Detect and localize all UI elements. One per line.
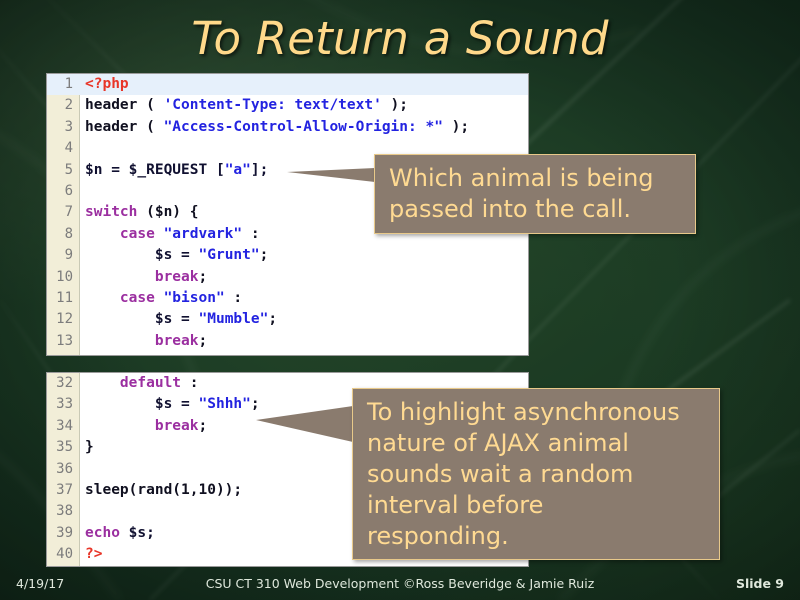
- code-line: 1 <?php: [47, 74, 528, 96]
- line-number: 13: [56, 332, 73, 349]
- slide-footer: 4/19/17 CSU CT 310 Web Development ©Ross…: [0, 566, 800, 600]
- footer-course-credit: CSU CT 310 Web Development ©Ross Beverid…: [205, 575, 595, 591]
- line-number: 3: [64, 118, 73, 135]
- code-line: 39 echo $s;: [47, 523, 528, 544]
- code-lines-top: 1 <?php 2 header ( 'Content-Type: text/text…: [47, 74, 528, 352]
- code-text: break;: [154, 417, 208, 434]
- code-text: $s = "Shhh";: [85, 396, 260, 413]
- line-number: 34: [56, 417, 73, 434]
- code-lines-bottom: 32 default :33 $s = "Shhh"; 34 break; 35} 3…: [47, 373, 528, 566]
- code-line: 4: [47, 138, 528, 159]
- code-text: case "ardvark" :: [119, 225, 260, 242]
- line-number: 40: [56, 546, 73, 563]
- code-text: header ( 'Content-Type: text/text' );: [85, 97, 409, 114]
- line-number: 37: [56, 481, 73, 498]
- line-number: 4: [64, 140, 73, 157]
- line-number: 7: [64, 204, 73, 221]
- line-number: 6: [64, 182, 73, 199]
- code-line: 8 case "ardvark" :: [47, 224, 528, 245]
- line-number: 10: [56, 268, 73, 285]
- line-number: 11: [56, 289, 73, 306]
- code-line: 13 break;: [47, 331, 528, 352]
- code-line: 34 break;: [47, 416, 528, 437]
- code-block-top: 1 <?php 2 header ( 'Content-Type: text/text…: [46, 73, 529, 356]
- code-line: 35}: [47, 437, 528, 458]
- code-line: 38: [47, 501, 528, 522]
- code-text: header ( "Access-Control-Allow-Origin: *…: [85, 118, 470, 135]
- line-number: 33: [56, 396, 73, 413]
- footer-slide-number: Slide 9: [735, 575, 784, 591]
- line-number: 2: [64, 97, 73, 114]
- code-text: break;: [154, 332, 208, 349]
- code-text: $s = "Grunt";: [85, 247, 269, 264]
- code-line: 12 $s = "Mumble";: [47, 309, 528, 330]
- line-number: 5: [64, 161, 73, 178]
- line-number: 36: [56, 460, 73, 477]
- code-text: sleep(rand(1,10));: [85, 481, 243, 498]
- code-text: switch ($n) {: [85, 204, 199, 221]
- code-line: 32 default :: [47, 373, 528, 394]
- line-number: 8: [64, 225, 73, 242]
- code-line: 2 header ( 'Content-Type: text/text' );: [47, 95, 528, 116]
- code-line: 36: [47, 459, 528, 480]
- code-text: $n = $_REQUEST ["a"];: [85, 161, 269, 178]
- line-number: 38: [56, 503, 73, 520]
- code-text: default :: [119, 375, 199, 391]
- line-number: 39: [56, 524, 73, 541]
- presentation-slide: To Return a Sound 1 <?php 2 header ( 'Conte…: [0, 0, 800, 600]
- line-number: 9: [64, 247, 73, 264]
- code-text: echo $s;: [85, 524, 155, 541]
- line-number: 35: [56, 439, 73, 456]
- code-line: 9 $s = "Grunt";: [47, 245, 528, 266]
- line-number: 32: [56, 375, 73, 391]
- code-line: 5 $n = $_REQUEST ["a"];: [47, 160, 528, 181]
- code-line: 40 ?>: [47, 544, 528, 565]
- code-line: 7 switch ($n) {: [47, 202, 528, 223]
- code-text: <?php: [85, 76, 129, 92]
- code-text: $s = "Mumble";: [85, 311, 278, 328]
- line-number: 12: [56, 311, 73, 328]
- code-line: 3 header ( "Access-Control-Allow-Origin: …: [47, 117, 528, 138]
- code-text: case "bison" :: [119, 289, 243, 306]
- code-text: }: [85, 439, 94, 456]
- code-line: 33 $s = "Shhh";: [47, 394, 528, 415]
- page-title: To Return a Sound: [191, 12, 609, 65]
- code-line: 6: [47, 181, 528, 202]
- code-text: break;: [154, 268, 208, 285]
- code-line: 10 break;: [47, 267, 528, 288]
- code-text: ?>: [85, 546, 103, 563]
- line-number: 1: [64, 76, 73, 92]
- code-line: 37 sleep(rand(1,10));: [47, 480, 528, 501]
- code-block-bottom: 32 default :33 $s = "Shhh"; 34 break; 35} 3…: [46, 372, 529, 567]
- code-line: 11 case "bison" :: [47, 288, 528, 309]
